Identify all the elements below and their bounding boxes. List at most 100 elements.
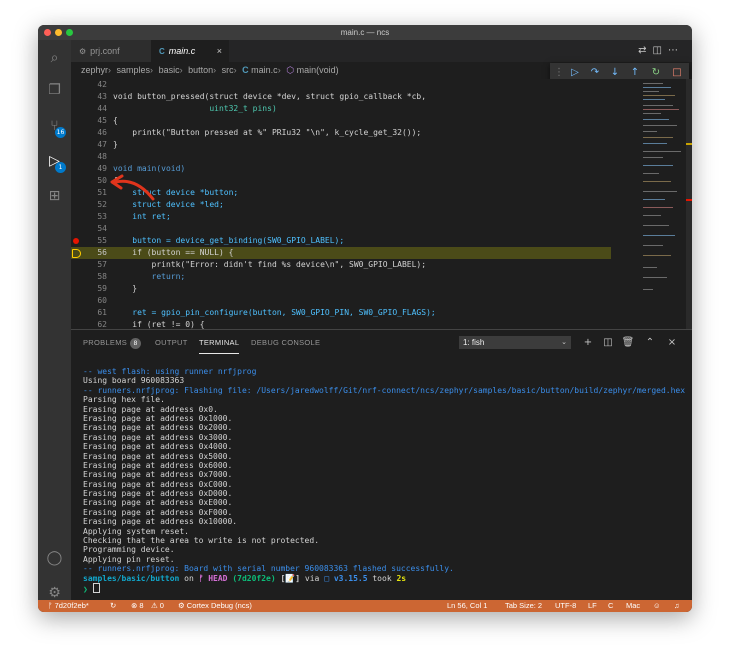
cursor (92, 582, 100, 593)
terminal-line: Erasing page at address 0x4000. (83, 442, 233, 452)
code-line: 58 return; (97, 272, 186, 281)
close-panel-icon[interactable]: × (665, 330, 679, 355)
breadcrumb-item[interactable]: src (222, 65, 234, 75)
terminal-select[interactable]: 1: fish ⌄ (459, 336, 571, 349)
platform[interactable]: Mac (626, 600, 640, 612)
terminal-line: Applying system reset. (83, 526, 189, 536)
code-line: 48 (97, 152, 107, 161)
tab-prj-conf[interactable]: ⚙ prj.conf (71, 40, 151, 62)
step-into-icon[interactable]: ↓ (608, 66, 622, 80)
split-terminal-icon[interactable]: ◫ (601, 330, 615, 355)
breakpoint-icon[interactable] (73, 238, 79, 244)
breadcrumb-item[interactable]: main.c (251, 65, 278, 75)
panel-tabs: PROBLEMS 8 OUTPUT TERMINAL DEBUG CONSOLE … (71, 330, 692, 355)
code-line: 53 int ret; (97, 212, 171, 221)
chevron-right-icon: › (179, 65, 183, 75)
code-line: 61 ret = gpio_pin_configure(button, SW0_… (97, 308, 436, 317)
terminal-line: Erasing page at address 0x2000. (83, 423, 233, 433)
continue-icon[interactable]: ▷ (568, 66, 582, 80)
tab-main-c[interactable]: Cmain.c × (151, 40, 229, 62)
step-over-icon[interactable]: ↷ (588, 66, 602, 80)
editor-actions: ⇄◫⋯ (638, 40, 684, 62)
restart-icon[interactable]: ↻ (649, 66, 663, 80)
terminal-line: Checking that the area to write is not p… (83, 536, 320, 546)
chevron-right-icon: › (150, 65, 154, 75)
vscode-window: main.c — ncs ⌕ ❐ ⑂ 16 ▷ 1 ⊞ ◯ ⚙ ⚙ prj.con… (38, 25, 692, 612)
warnings-status[interactable]: ⚠ 0 (151, 600, 164, 612)
terminal-line: Erasing page at address 0xF000. (83, 507, 233, 517)
open-changes-icon[interactable]: ⇄ (638, 45, 652, 56)
end-of-line[interactable]: LF (588, 600, 597, 612)
terminal-line: Erasing page at address 0x10000. (83, 517, 238, 527)
activity-bar: ⌕ ❐ ⑂ 16 ▷ 1 ⊞ ◯ ⚙ (38, 40, 71, 601)
stop-icon[interactable]: □ (670, 66, 684, 80)
chevron-right-icon: › (233, 65, 237, 75)
tab-label: prj.conf (90, 46, 120, 56)
encoding[interactable]: UTF-8 (555, 600, 576, 612)
bottom-panel: PROBLEMS 8 OUTPUT TERMINAL DEBUG CONSOLE … (71, 329, 692, 601)
breadcrumb-item[interactable]: main(void) (297, 65, 339, 75)
trash-icon[interactable]: 🗑 (621, 330, 635, 355)
close-window-button[interactable] (44, 29, 51, 36)
maximize-panel-icon[interactable]: ⌃ (643, 330, 657, 355)
terminal-line: Erasing page at address 0x3000. (83, 432, 233, 442)
account-icon[interactable]: ◯ (46, 550, 63, 567)
code-line: 45{ (97, 116, 118, 125)
current-debug-line: 56 if (button == NULL) { (71, 247, 611, 259)
breadcrumb-item[interactable]: button (188, 65, 213, 75)
minimize-window-button[interactable] (55, 29, 62, 36)
tab-size[interactable]: Tab Size: 2 (505, 600, 542, 612)
sync-icon[interactable]: ↻ (110, 600, 116, 612)
code-line: 55 button = device_get_binding(SW0_GPIO_… (71, 235, 611, 247)
code-line: 60 (97, 296, 107, 305)
terminal-output[interactable]: -- west flash: using runner nrfjprog Usi… (83, 367, 688, 594)
code-line: 46 printk("Button pressed at %" PRIu32 "… (97, 128, 422, 137)
title-bar: main.c — ncs (38, 25, 692, 40)
feedback-icon[interactable]: ☺ (653, 600, 661, 612)
code-editor[interactable]: 42 43 void button_pressed(struct device *… (71, 79, 692, 329)
code-line: 57 printk("Error: didn't find %s device\… (97, 260, 427, 269)
errors-status[interactable]: ⊗ 8 (131, 600, 144, 612)
bell-icon[interactable]: ♫ (674, 600, 680, 612)
terminal-line: -- runners.nrfjprog: Flashing file: /Use… (83, 385, 686, 395)
close-tab-icon[interactable]: × (217, 40, 222, 62)
editor-scrollbar[interactable] (686, 79, 692, 329)
terminal-line: Erasing page at address 0xD000. (83, 489, 233, 499)
split-editor-icon[interactable]: ◫ (653, 45, 668, 56)
branch-status[interactable]: ᚠ 7d20f2eb* (48, 600, 89, 612)
cursor-position[interactable]: Ln 56, Col 1 (447, 600, 487, 612)
tab-debug-console[interactable]: DEBUG CONSOLE (251, 330, 320, 355)
problems-count-badge: 8 (130, 338, 142, 349)
debug-config-status[interactable]: ⚙ Cortex Debug (ncs) (178, 600, 252, 612)
shell-prompt: samples/basic/button on ᚠ HEAD (7d20f2e)… (83, 573, 407, 583)
tab-terminal[interactable]: TERMINAL (199, 330, 240, 354)
minimap[interactable] (641, 79, 686, 329)
terminal-input[interactable]: ❯ (83, 582, 688, 594)
chevron-right-icon: › (108, 65, 112, 75)
breadcrumb-item[interactable]: samples (117, 65, 151, 75)
terminal-line: -- runners.nrfjprog: Board with serial n… (83, 564, 454, 574)
zoom-window-button[interactable] (66, 29, 73, 36)
new-terminal-icon[interactable]: + (581, 330, 595, 355)
step-out-icon[interactable]: ↑ (628, 66, 642, 80)
chevron-right-icon: › (277, 65, 281, 75)
breadcrumb-item[interactable]: basic (159, 65, 180, 75)
chevron-down-icon: ⌄ (561, 339, 567, 346)
more-actions-icon[interactable]: ⋯ (668, 45, 684, 56)
drag-handle-icon[interactable]: ⋮ (552, 66, 566, 80)
code-line: 44 uint32_t pins) (97, 104, 277, 113)
code-line: 47} (97, 140, 118, 149)
tab-output[interactable]: OUTPUT (155, 330, 188, 355)
run-debug-badge: 1 (55, 162, 66, 173)
terminal-line: -- west flash: using runner nrfjprog (83, 367, 257, 376)
terminal-line: Erasing page at address 0x1000. (83, 413, 233, 423)
explorer-icon[interactable]: ❐ (46, 82, 63, 99)
tab-problems[interactable]: PROBLEMS 8 (83, 330, 142, 355)
language-mode[interactable]: C (608, 600, 613, 612)
extensions-icon[interactable]: ⊞ (46, 188, 63, 205)
c-file-icon: C (242, 65, 249, 75)
search-icon[interactable]: ⌕ (46, 50, 63, 67)
breadcrumb-item[interactable]: zephyr (81, 65, 108, 75)
code-line: 59 } (97, 284, 138, 293)
terminal-line: Erasing page at address 0x0. (83, 404, 218, 414)
